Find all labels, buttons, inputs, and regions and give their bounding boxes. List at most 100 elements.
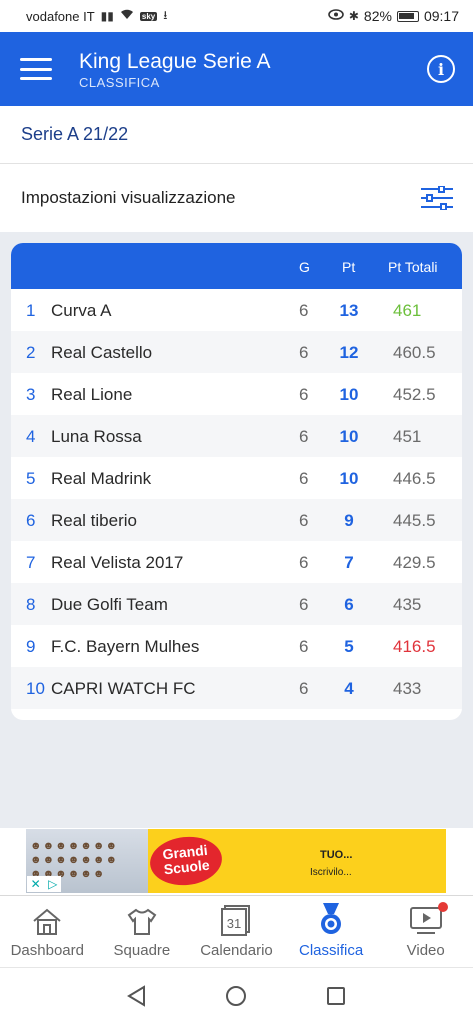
display-settings-label: Impostazioni visualizzazione bbox=[21, 188, 236, 207]
team-name-cell: Real Madrink bbox=[51, 469, 152, 488]
table-row[interactable]: 7 Real Velista 2017 6 7 429.5 bbox=[11, 541, 462, 583]
table-row[interactable]: 2 Real Castello 6 12 460.5 bbox=[11, 331, 462, 373]
games-cell: 6 bbox=[299, 511, 309, 530]
table-row[interactable]: 1 Curva A 6 13 461 bbox=[11, 289, 462, 331]
ad-cta: Iscrivilo... bbox=[310, 867, 352, 878]
video-icon bbox=[378, 896, 473, 936]
header-points: Pt bbox=[342, 259, 356, 275]
nav-classifica[interactable]: Classifica bbox=[284, 896, 379, 967]
battery-percent: 82% bbox=[363, 8, 392, 24]
back-icon[interactable] bbox=[126, 985, 146, 1007]
games-cell: 6 bbox=[299, 385, 309, 404]
eye-icon bbox=[328, 9, 344, 23]
games-cell: 6 bbox=[299, 553, 309, 572]
total-points-cell: 416.5 bbox=[393, 637, 436, 656]
total-points-cell: 461 bbox=[393, 301, 422, 320]
games-cell: 6 bbox=[299, 427, 309, 446]
games-cell: 6 bbox=[299, 637, 309, 656]
standings-table: G Pt Pt Totali 1 Curva A 6 13 461 2 Real Caste… bbox=[11, 243, 462, 720]
battery-icon bbox=[396, 10, 419, 22]
medal-icon bbox=[284, 896, 379, 936]
table-row[interactable]: 10 CAPRI WATCH FC 6 4 433 bbox=[11, 667, 462, 709]
team-name-cell: Luna Rossa bbox=[51, 427, 142, 446]
rank-cell: 9 bbox=[26, 637, 36, 656]
table-row[interactable]: 8 Due Golfi Team 6 6 435 bbox=[11, 583, 462, 625]
header-games: G bbox=[299, 259, 310, 275]
points-cell: 6 bbox=[344, 595, 354, 614]
season-label: Serie A 21/22 bbox=[21, 124, 129, 144]
nav-calendario[interactable]: 31 Calendario bbox=[189, 896, 284, 967]
rank-cell: 5 bbox=[26, 469, 36, 488]
carrier-label: vodafone IT bbox=[26, 8, 95, 24]
rank-cell: 7 bbox=[26, 553, 36, 572]
app-bar: King League Serie A CLASSIFICA i bbox=[0, 32, 473, 106]
total-points-cell: 433 bbox=[393, 679, 422, 698]
nav-calendario-label: Calendario bbox=[200, 942, 273, 959]
total-points-cell: 451 bbox=[393, 427, 422, 446]
header-total-points: Pt Totali bbox=[388, 259, 438, 275]
team-name-cell: Due Golfi Team bbox=[51, 595, 168, 614]
table-row[interactable]: 9 F.C. Bayern Mulhes 6 5 416.5 bbox=[11, 625, 462, 667]
total-points-cell: 429.5 bbox=[393, 553, 436, 572]
clock: 09:17 bbox=[423, 8, 459, 24]
points-cell: 12 bbox=[339, 343, 359, 362]
nav-classifica-label: Classifica bbox=[298, 942, 364, 959]
info-icon[interactable]: i bbox=[427, 55, 455, 83]
nav-squadre-label: Squadre bbox=[113, 942, 171, 959]
team-name-cell: F.C. Bayern Mulhes bbox=[51, 637, 200, 656]
rank-cell: 3 bbox=[26, 385, 36, 404]
team-name-cell: Real Lione bbox=[51, 385, 133, 404]
sky-icon: sky bbox=[139, 11, 158, 21]
games-cell: 6 bbox=[299, 343, 309, 362]
games-cell: 6 bbox=[299, 469, 309, 488]
team-name-cell: Curva A bbox=[51, 301, 112, 320]
table-header: G Pt Pt Totali bbox=[11, 243, 462, 289]
rank-cell: 8 bbox=[26, 595, 36, 614]
total-points-cell: 446.5 bbox=[393, 469, 436, 488]
games-cell: 6 bbox=[299, 679, 309, 698]
points-cell: 5 bbox=[344, 637, 354, 656]
table-row[interactable]: 6 Real tiberio 6 9 445.5 bbox=[11, 499, 462, 541]
rank-cell: 1 bbox=[26, 301, 36, 320]
ad-close-icon[interactable]: ✕ ▷ bbox=[27, 876, 61, 892]
nav-dashboard[interactable]: Dashboard bbox=[0, 896, 95, 967]
points-cell: 10 bbox=[339, 385, 359, 404]
games-cell: 6 bbox=[299, 301, 309, 320]
team-name-cell: Real Velista 2017 bbox=[51, 553, 184, 572]
team-name-cell: Real tiberio bbox=[51, 511, 137, 530]
total-points-cell: 445.5 bbox=[393, 511, 436, 530]
nav-dashboard-label: Dashboard bbox=[10, 942, 84, 959]
app-title: King League Serie A bbox=[79, 49, 271, 73]
bluetooth-icon: ✱ bbox=[348, 9, 359, 23]
home-circle-icon[interactable] bbox=[226, 986, 246, 1006]
total-points-cell: 460.5 bbox=[393, 343, 436, 362]
system-navigation bbox=[0, 967, 473, 1024]
points-cell: 9 bbox=[344, 511, 354, 530]
download-icon: ⭳ bbox=[163, 7, 168, 22]
signal-icon: ▮▮ bbox=[100, 9, 114, 23]
home-icon bbox=[0, 896, 95, 936]
display-settings-row[interactable]: Impostazioni visualizzazione bbox=[0, 164, 473, 232]
bottom-navigation: Dashboard Squadre 31 Calendario Classifi… bbox=[0, 895, 473, 967]
table-row[interactable]: 3 Real Lione 6 10 452.5 bbox=[11, 373, 462, 415]
table-row[interactable]: 4 Luna Rossa 6 10 451 bbox=[11, 415, 462, 457]
points-cell: 10 bbox=[339, 427, 359, 446]
shirt-icon bbox=[95, 896, 190, 936]
points-cell: 4 bbox=[344, 679, 354, 698]
nav-video[interactable]: Video bbox=[378, 896, 473, 967]
games-cell: 6 bbox=[299, 595, 309, 614]
season-selector[interactable]: Serie A 21/22 bbox=[0, 106, 473, 164]
recent-apps-icon[interactable] bbox=[327, 987, 345, 1005]
points-cell: 10 bbox=[339, 469, 359, 488]
wifi-icon bbox=[120, 9, 134, 23]
hamburger-menu-icon[interactable] bbox=[20, 58, 52, 80]
table-row[interactable]: 5 Real Madrink 6 10 446.5 bbox=[11, 457, 462, 499]
sliders-icon[interactable] bbox=[421, 186, 453, 210]
rank-cell: 4 bbox=[26, 427, 36, 446]
ad-logo: Grandi Scuole bbox=[147, 833, 225, 889]
nav-video-label: Video bbox=[406, 942, 445, 959]
team-name-cell: Real Castello bbox=[51, 343, 153, 362]
nav-squadre[interactable]: Squadre bbox=[95, 896, 190, 967]
status-bar: vodafone IT ▮▮ sky ⭳ ✱ 82% 09:17 bbox=[0, 0, 473, 32]
ad-banner[interactable]: ☻☻☻☻☻☻☻ ☻☻☻☻☻☻☻ ☻☻☻☻☻☻ Grandi Scuole TUO..… bbox=[26, 829, 446, 893]
